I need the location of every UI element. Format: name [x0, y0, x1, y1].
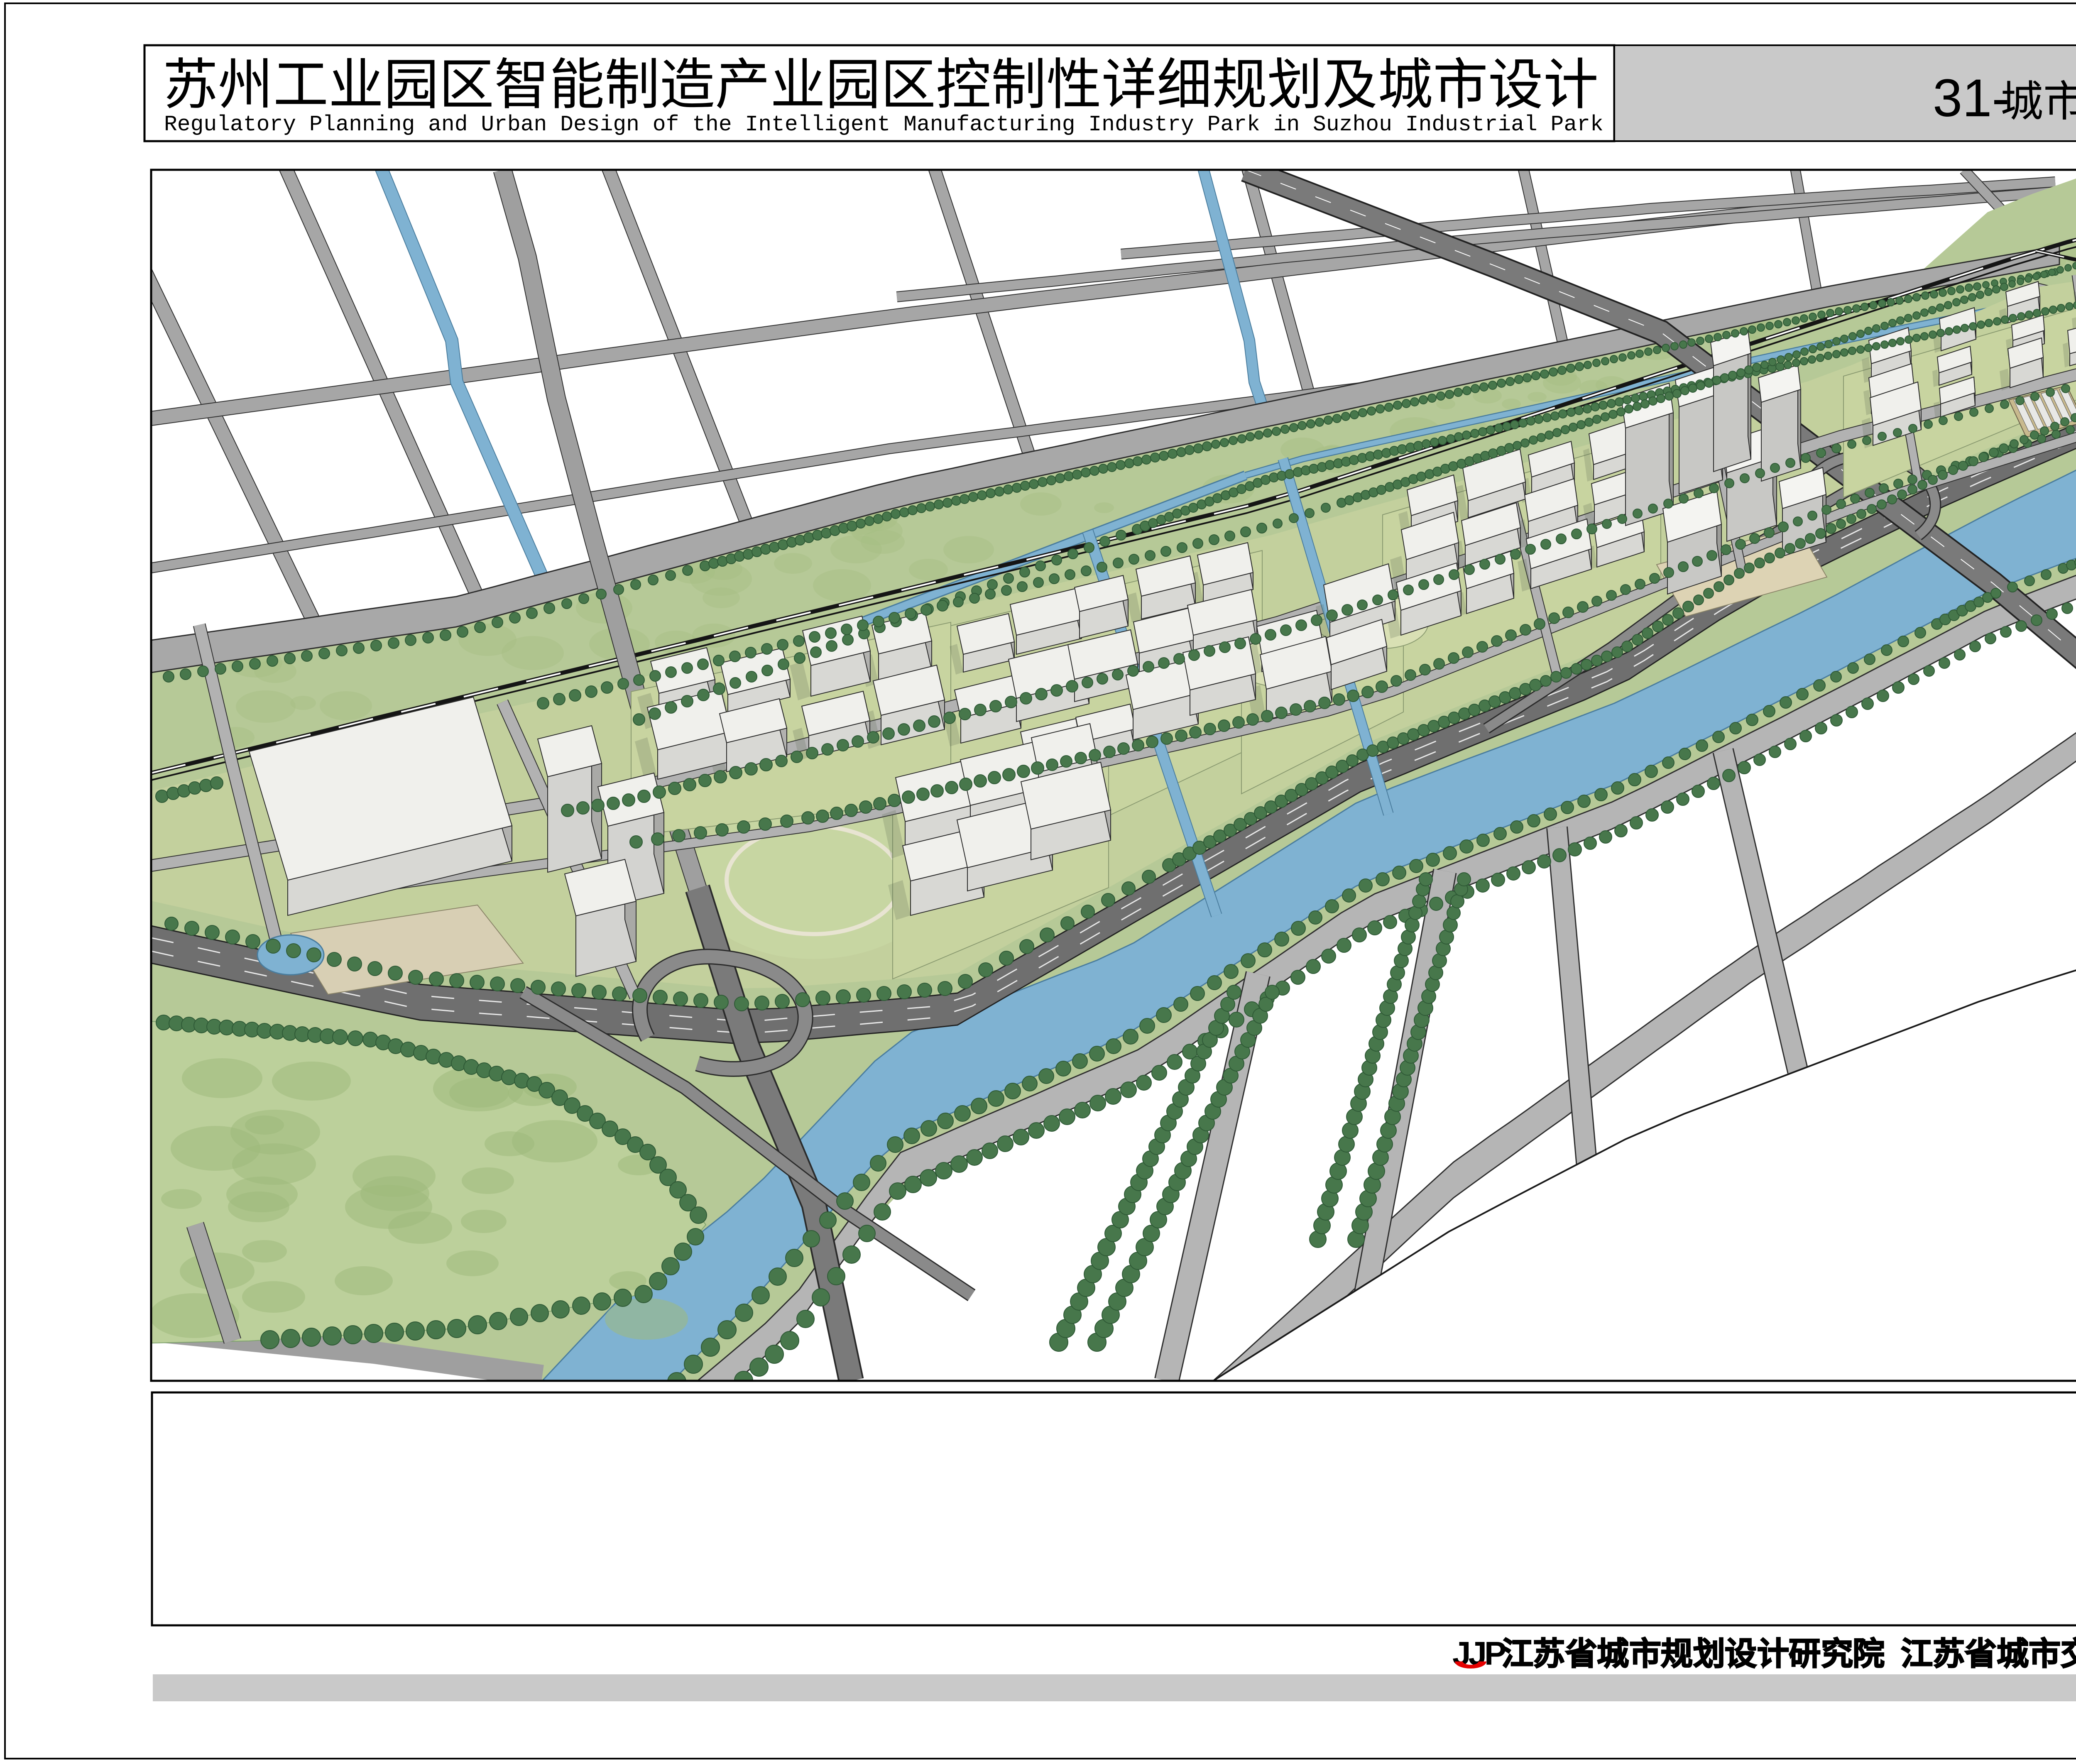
svg-text:Regulatory Planning and Urban: Regulatory Planning and Urban Design of … — [164, 112, 1604, 137]
svg-text:31-: 31- — [1933, 69, 2010, 128]
